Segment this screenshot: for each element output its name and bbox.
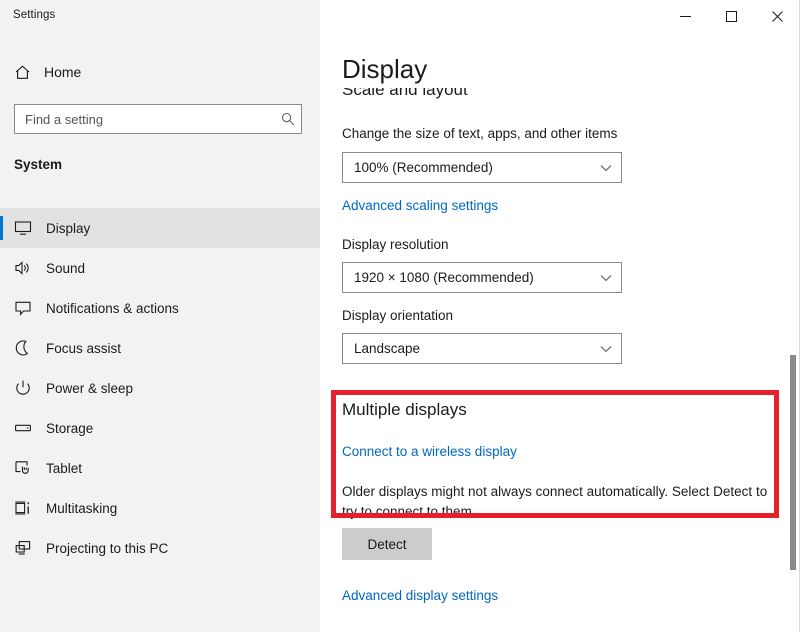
sidebar-item-label: Storage xyxy=(46,420,94,436)
search-input[interactable] xyxy=(15,105,275,133)
display-resolution-label: Display resolution xyxy=(342,237,449,252)
chevron-down-icon xyxy=(591,345,621,353)
scale-label: Change the size of text, apps, and other… xyxy=(342,126,618,141)
close-icon xyxy=(771,10,783,22)
multiple-displays-heading: Multiple displays xyxy=(342,400,467,419)
sidebar-item-sound[interactable]: Sound xyxy=(0,248,320,288)
minimize-icon xyxy=(679,11,691,22)
resolution-dropdown[interactable]: 1920 × 1080 (Recommended) xyxy=(342,262,622,293)
orientation-dropdown[interactable]: Landscape xyxy=(342,333,622,364)
window-controls xyxy=(662,0,800,32)
sidebar-item-focus-assist[interactable]: Focus assist xyxy=(0,328,320,368)
sidebar-item-label: Multitasking xyxy=(46,500,118,516)
sidebar-item-home[interactable]: Home xyxy=(0,57,320,87)
main-content: Scale and layout Change the size of text… xyxy=(320,0,800,632)
advanced-scaling-settings-link[interactable]: Advanced scaling settings xyxy=(342,198,498,213)
projecting-icon xyxy=(0,539,46,557)
tablet-hand-icon xyxy=(0,459,46,477)
sidebar-item-label: Projecting to this PC xyxy=(46,540,169,556)
settings-scroll-area: Scale and layout Change the size of text… xyxy=(320,0,800,632)
sidebar-item-label: Notifications & actions xyxy=(46,300,179,316)
drive-icon xyxy=(0,419,46,437)
settings-window: Settings Home Find a setting System Disp… xyxy=(0,0,800,632)
connect-wireless-display-link[interactable]: Connect to a wireless display xyxy=(342,444,517,459)
sidebar-item-label: Sound xyxy=(46,260,86,276)
power-icon xyxy=(0,379,46,397)
moon-icon xyxy=(0,339,46,357)
detect-button[interactable]: Detect xyxy=(342,528,432,560)
sidebar-item-display[interactable]: Display xyxy=(0,208,320,248)
monitor-icon xyxy=(0,219,46,237)
minimize-button[interactable] xyxy=(662,0,708,32)
chevron-down-icon xyxy=(591,164,621,172)
display-orientation-label: Display orientation xyxy=(342,308,454,323)
scale-dropdown-value: 100% (Recommended) xyxy=(354,160,493,175)
sidebar-item-notifications[interactable]: Notifications & actions xyxy=(0,288,320,328)
selection-indicator xyxy=(0,216,3,240)
sidebar-item-label: Power & sleep xyxy=(46,380,134,396)
sidebar-item-multitasking[interactable]: Multitasking xyxy=(0,488,320,528)
sidebar-item-projecting[interactable]: Projecting to this PC xyxy=(0,528,320,568)
sidebar-item-tablet[interactable]: Tablet xyxy=(0,448,320,488)
search-icon xyxy=(275,112,301,126)
sidebar-item-label: Display xyxy=(46,220,91,236)
sidebar: Home System Display xyxy=(0,0,320,632)
multiple-displays-description: Older displays might not always connect … xyxy=(342,484,768,519)
chevron-down-icon xyxy=(591,274,621,282)
chat-bubble-icon xyxy=(0,299,46,317)
advanced-display-settings-link[interactable]: Advanced display settings xyxy=(342,588,498,603)
speaker-icon xyxy=(0,259,46,277)
home-icon xyxy=(0,64,44,81)
multitasking-icon xyxy=(0,499,46,517)
content-scrollbar[interactable] xyxy=(786,32,800,632)
sidebar-item-power-sleep[interactable]: Power & sleep xyxy=(0,368,320,408)
home-label: Home xyxy=(44,64,82,80)
sidebar-item-label: Tablet xyxy=(46,460,83,476)
sidebar-item-label: Focus assist xyxy=(46,340,122,356)
scale-dropdown[interactable]: 100% (Recommended) xyxy=(342,152,622,183)
maximize-button[interactable] xyxy=(708,0,754,32)
sidebar-nav-list: Display Sound Notifications & actions Fo… xyxy=(0,208,320,568)
scrollbar-thumb[interactable] xyxy=(790,355,796,570)
sidebar-item-storage[interactable]: Storage xyxy=(0,408,320,448)
maximize-icon xyxy=(725,10,737,22)
sidebar-group-label: System xyxy=(14,157,63,172)
close-button[interactable] xyxy=(754,0,800,32)
resolution-dropdown-value: 1920 × 1080 (Recommended) xyxy=(354,270,534,285)
orientation-dropdown-value: Landscape xyxy=(354,341,421,356)
app-title: Settings xyxy=(13,9,56,21)
page-title: Display xyxy=(342,52,446,86)
search-box[interactable] xyxy=(14,104,302,134)
